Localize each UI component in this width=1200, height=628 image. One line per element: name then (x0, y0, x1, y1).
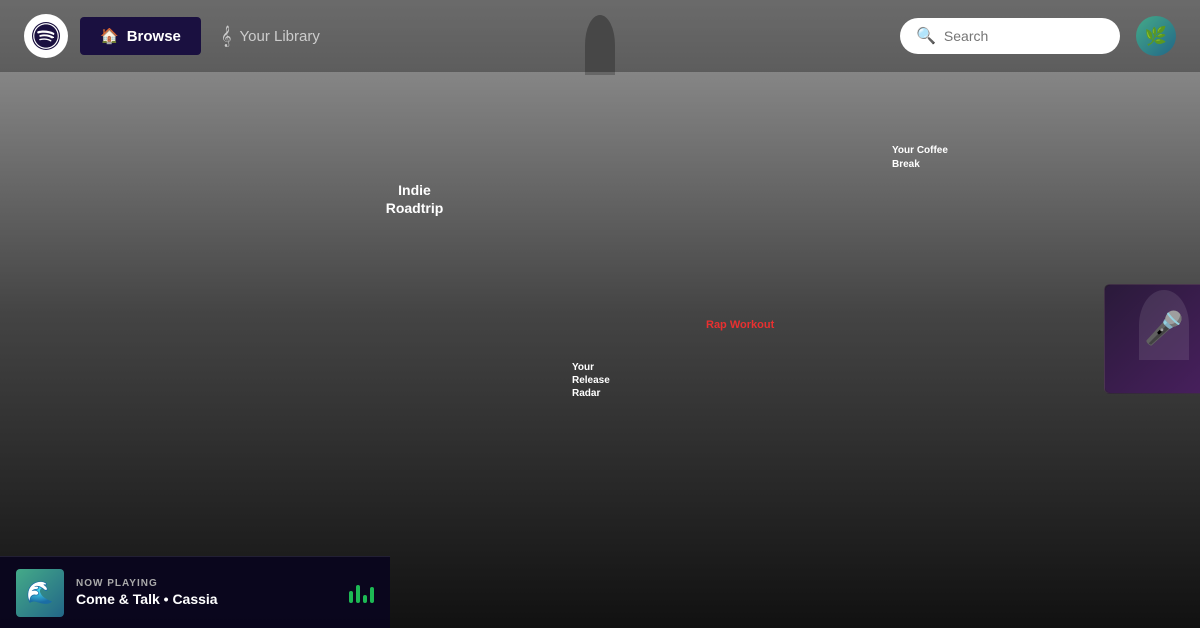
coffee-text: Your Coffee Break (892, 144, 948, 172)
avatar[interactable]: 🌿 (1136, 16, 1176, 56)
library-icon: 𝄞 (221, 26, 232, 47)
pop-mic-icon: 🎤 (1144, 309, 1184, 347)
search-input[interactable] (944, 28, 1104, 44)
main-content: Recently played The Most Beautiful Songs… (0, 72, 1200, 556)
sections-wrap: Recently played The Most Beautiful Songs… (0, 72, 1200, 556)
now-playing-bar: 🌊 NOW PLAYING Come & Talk • Cassia (0, 556, 390, 628)
library-button[interactable]: 𝄞 Your Library (201, 16, 340, 57)
now-playing-info: NOW PLAYING Come & Talk • Cassia (76, 578, 337, 607)
new-music-section: It's New Music Friday! Cinematic Chillou… (540, 72, 1080, 556)
now-playing-track: Come & Talk • Cassia (76, 591, 337, 607)
genre-pop[interactable]: 🎤 Pop (1104, 284, 1200, 394)
eq-bar-3 (363, 595, 367, 603)
eq-bar-1 (349, 591, 353, 603)
eq-bar-2 (356, 585, 360, 603)
library-label: Your Library (240, 28, 320, 45)
header: 🏠 Browse 𝄞 Your Library 🔍 🌿 (0, 0, 1200, 72)
eq-bar-4 (370, 587, 374, 603)
new-music-row2: Your Release Radar Release Radar 30 Song… (564, 311, 1055, 456)
release-text: Your Release Radar (572, 348, 610, 413)
search-bar[interactable]: 🔍 (900, 18, 1120, 54)
equalizer-icon (349, 583, 374, 603)
rap-text: Rap Workout (706, 319, 774, 331)
search-icon: 🔍 (916, 26, 936, 46)
card-rap[interactable]: Rap Workout Rap Workout 59 Songs (698, 311, 818, 456)
roadtrip-text: Indie Roadtrip (386, 181, 444, 217)
card-img-rap: Rap Workout (698, 311, 818, 421)
browse-label: Browse (127, 28, 181, 45)
home-icon: 🏠 (100, 27, 119, 45)
spotify-logo[interactable] (24, 14, 68, 58)
browse-button[interactable]: 🏠 Browse (80, 17, 201, 55)
now-playing-label: NOW PLAYING (76, 578, 337, 589)
now-playing-thumb: 🌊 (16, 569, 64, 617)
